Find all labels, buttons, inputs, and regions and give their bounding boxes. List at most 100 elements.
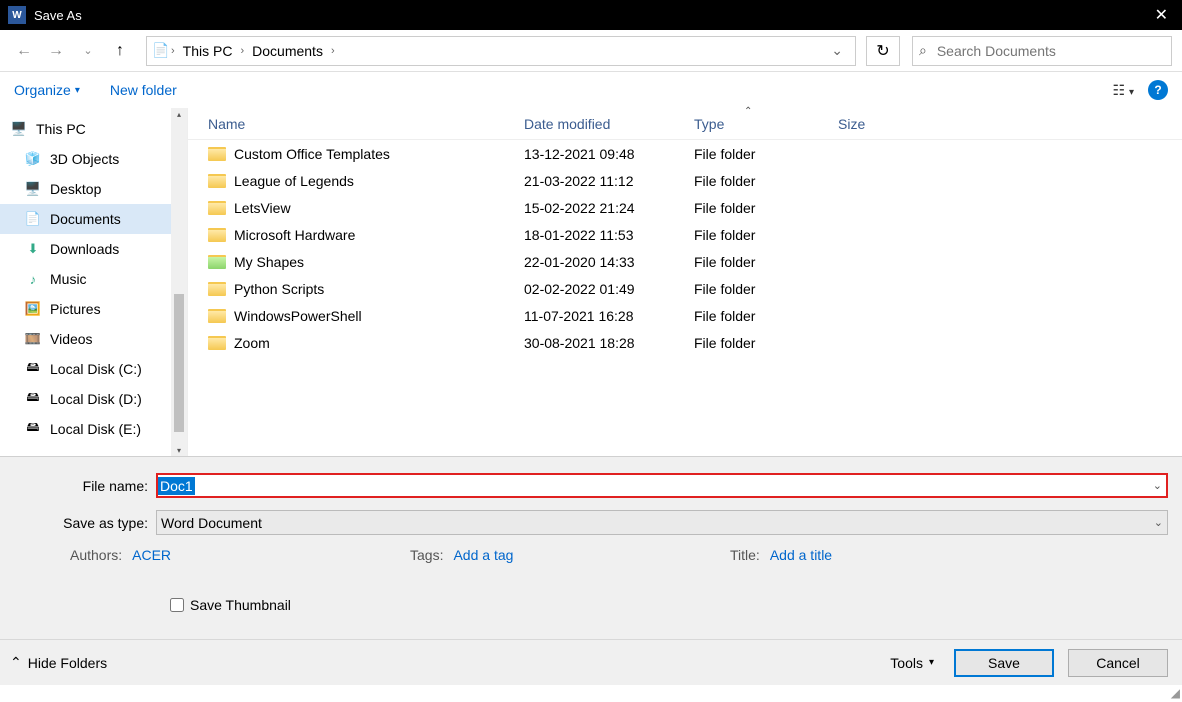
table-row[interactable]: WindowsPowerShell11-07-2021 16:28File fo… [188, 302, 1182, 329]
tags-label: Tags: [410, 547, 443, 563]
toolbar: Organize▾ New folder ☷ ▾ ? [0, 72, 1182, 108]
nav-downloads[interactable]: ⬇ Downloads [0, 234, 187, 264]
documents-icon: 📄 [24, 211, 42, 227]
column-headers: Name Date modified ⌃ Type Size [188, 108, 1182, 140]
save-type-dropdown[interactable]: ⌄ [1154, 516, 1163, 529]
nav-desktop[interactable]: 🖥️ Desktop [0, 174, 187, 204]
file-type: File folder [694, 146, 838, 162]
title-bar: W Save As ✕ [0, 0, 1182, 30]
table-row[interactable]: Custom Office Templates13-12-2021 09:48F… [188, 140, 1182, 167]
main-area: 🖥️ This PC 🧊 3D Objects 🖥️ Desktop 📄 Doc… [0, 108, 1182, 456]
new-folder-button[interactable]: New folder [110, 82, 177, 98]
nav-videos[interactable]: 🎞️ Videos [0, 324, 187, 354]
chevron-right-icon: › [329, 45, 337, 57]
file-type: File folder [694, 173, 838, 189]
search-input[interactable] [935, 42, 1165, 60]
file-type: File folder [694, 227, 838, 243]
folder-icon [208, 255, 226, 269]
column-name[interactable]: Name [208, 116, 524, 132]
file-name: League of Legends [234, 173, 524, 189]
sidebar-scrollbar[interactable]: ▴ ▾ [171, 108, 187, 456]
file-date: 13-12-2021 09:48 [524, 146, 694, 162]
authors-value[interactable]: ACER [132, 547, 171, 563]
breadcrumb-this-pc[interactable]: This PC [177, 43, 239, 59]
table-row[interactable]: Microsoft Hardware18-01-2022 11:53File f… [188, 221, 1182, 248]
tags-value[interactable]: Add a tag [453, 547, 513, 563]
up-button[interactable]: ↑ [106, 37, 134, 65]
cube-icon: 🧊 [24, 151, 42, 167]
nav-music[interactable]: ♪ Music [0, 264, 187, 294]
file-date: 30-08-2021 18:28 [524, 335, 694, 351]
cancel-button[interactable]: Cancel [1068, 649, 1168, 677]
address-bar[interactable]: 📄 › This PC › Documents › ⌄ [146, 36, 856, 66]
back-button[interactable]: ← [10, 37, 38, 65]
nav-label: Downloads [50, 241, 119, 257]
disk-icon: 🖴 [24, 361, 42, 377]
videos-icon: 🎞️ [24, 331, 42, 347]
nav-label: Music [50, 271, 87, 287]
nav-documents[interactable]: 📄 Documents [0, 204, 187, 234]
file-name: Zoom [234, 335, 524, 351]
save-button[interactable]: Save [954, 649, 1054, 677]
table-row[interactable]: Zoom30-08-2021 18:28File folder [188, 329, 1182, 356]
file-name-dropdown[interactable]: ⌄ [1153, 479, 1162, 492]
address-dropdown[interactable]: ⌄ [825, 42, 849, 59]
downloads-icon: ⬇ [24, 241, 42, 257]
column-type[interactable]: ⌃ Type [694, 116, 838, 132]
organize-menu[interactable]: Organize▾ [14, 82, 80, 98]
folder-icon [208, 201, 226, 215]
save-type-field[interactable]: Word Document ⌄ [156, 510, 1168, 535]
nav-3d-objects[interactable]: 🧊 3D Objects [0, 144, 187, 174]
resize-grip-icon[interactable]: ◢ [1171, 686, 1180, 700]
hide-folders-button[interactable]: ⌃ Hide Folders [10, 654, 107, 671]
table-row[interactable]: League of Legends21-03-2022 11:12File fo… [188, 167, 1182, 194]
chevron-right-icon: › [238, 45, 246, 57]
scroll-thumb[interactable] [174, 294, 184, 432]
desktop-icon: 🖥️ [24, 181, 42, 197]
nav-disk-d[interactable]: 🖴 Local Disk (D:) [0, 384, 187, 414]
file-name: LetsView [234, 200, 524, 216]
nav-this-pc[interactable]: 🖥️ This PC [0, 114, 187, 144]
folder-icon [208, 309, 226, 323]
column-size[interactable]: Size [838, 116, 938, 132]
scroll-up-icon[interactable]: ▴ [175, 110, 183, 118]
nav-label: Documents [50, 211, 121, 227]
close-button[interactable]: ✕ [1149, 5, 1174, 25]
save-thumbnail-checkbox[interactable] [170, 598, 184, 612]
table-row[interactable]: My Shapes22-01-2020 14:33File folder [188, 248, 1182, 275]
nav-pictures[interactable]: 🖼️ Pictures [0, 294, 187, 324]
save-inputs: File name: Doc1 ⌄ Save as type: Word Doc… [0, 456, 1182, 639]
file-type: File folder [694, 281, 838, 297]
file-name-field[interactable]: Doc1 ⌄ [156, 473, 1168, 498]
folder-icon [208, 228, 226, 242]
file-date: 21-03-2022 11:12 [524, 173, 694, 189]
table-row[interactable]: Python Scripts02-02-2022 01:49File folde… [188, 275, 1182, 302]
breadcrumb-documents[interactable]: Documents [246, 43, 329, 59]
file-type: File folder [694, 308, 838, 324]
nav-bar: ← → ⌄ ↑ 📄 › This PC › Documents › ⌄ ↻ ⌕ [0, 30, 1182, 72]
nav-label: Pictures [50, 301, 101, 317]
nav-disk-e[interactable]: 🖴 Local Disk (E:) [0, 414, 187, 444]
tools-menu[interactable]: Tools ▾ [890, 655, 934, 671]
file-name: Microsoft Hardware [234, 227, 524, 243]
file-type: File folder [694, 254, 838, 270]
scroll-down-icon[interactable]: ▾ [175, 446, 183, 454]
recent-dropdown[interactable]: ⌄ [74, 37, 102, 65]
nav-disk-c[interactable]: 🖴 Local Disk (C:) [0, 354, 187, 384]
nav-label: 3D Objects [50, 151, 119, 167]
file-name-value[interactable]: Doc1 [158, 477, 195, 495]
title-value[interactable]: Add a title [770, 547, 832, 563]
column-date[interactable]: Date modified [524, 116, 694, 132]
help-button[interactable]: ? [1148, 80, 1168, 100]
nav-label: Desktop [50, 181, 101, 197]
forward-button[interactable]: → [42, 37, 70, 65]
nav-label: Local Disk (C:) [50, 361, 142, 377]
navigation-pane: 🖥️ This PC 🧊 3D Objects 🖥️ Desktop 📄 Doc… [0, 108, 188, 456]
refresh-button[interactable]: ↻ [866, 36, 900, 66]
view-options-button[interactable]: ☷ ▾ [1113, 82, 1134, 99]
file-name-label: File name: [14, 478, 156, 494]
search-box[interactable]: ⌕ [912, 36, 1172, 66]
table-row[interactable]: LetsView15-02-2022 21:24File folder [188, 194, 1182, 221]
file-date: 02-02-2022 01:49 [524, 281, 694, 297]
sort-indicator-icon: ⌃ [744, 106, 752, 117]
